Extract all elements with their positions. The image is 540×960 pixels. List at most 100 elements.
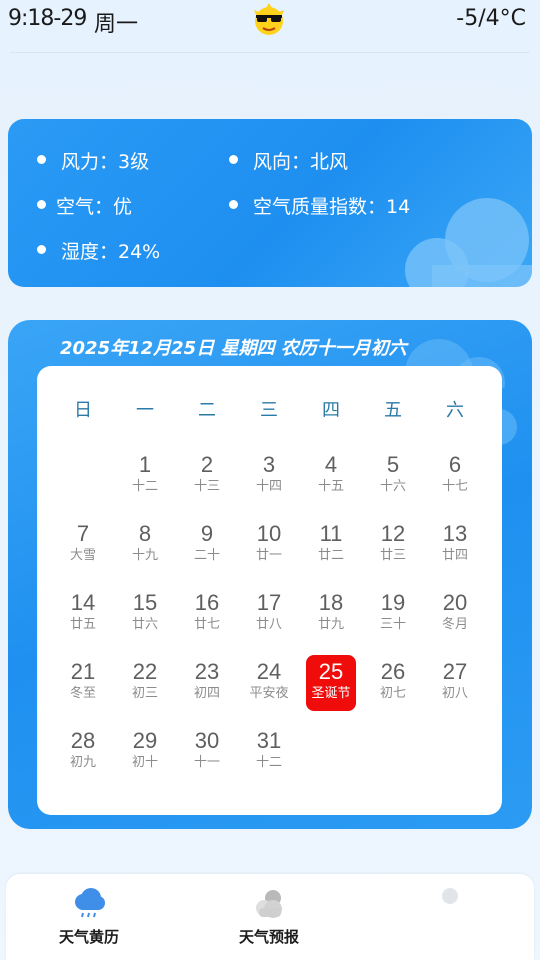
tab-label: 天气预报 bbox=[238, 928, 299, 946]
tab-label: 天气黄历 bbox=[58, 928, 119, 946]
lunar-date: 初四 bbox=[193, 686, 220, 701]
day-number: 20 bbox=[442, 590, 468, 615]
lunar-date: 二十 bbox=[193, 548, 220, 563]
day-number: 4 bbox=[324, 452, 338, 477]
day-number: 24 bbox=[256, 659, 282, 684]
lunar-date: 十五 bbox=[317, 479, 344, 494]
day-cell[interactable]: 8 十九 bbox=[120, 521, 170, 583]
day-cell[interactable]: 15 廿六 bbox=[120, 590, 170, 652]
day-cell[interactable]: 12 廿三 bbox=[368, 521, 418, 583]
day-number: 2 bbox=[200, 452, 214, 477]
lunar-date: 廿二 bbox=[317, 548, 344, 563]
day-number: 10 bbox=[256, 521, 282, 546]
calendar-date-title: 2025年12月25日 星期四 农历十一月初六 bbox=[60, 338, 407, 359]
day-cell[interactable]: 2 十三 bbox=[182, 452, 232, 514]
day-cell[interactable]: 23 初四 bbox=[182, 659, 232, 721]
air-quality: 空气：优 bbox=[37, 192, 132, 219]
day-cell[interactable]: 17 廿八 bbox=[244, 590, 294, 652]
lunar-date: 廿三 bbox=[379, 548, 406, 563]
lunar-date: 十二 bbox=[255, 755, 282, 770]
wind-direction: 风向：北风 bbox=[229, 147, 349, 174]
day-cell[interactable]: 11 廿二 bbox=[306, 521, 356, 583]
day-cell[interactable]: 9 二十 bbox=[182, 521, 232, 583]
lunar-date: 初七 bbox=[379, 686, 406, 701]
bullet-dot bbox=[37, 200, 46, 209]
humidity: 湿度：24% bbox=[37, 237, 160, 264]
day-cell[interactable]: 14 廿五 bbox=[58, 590, 108, 652]
lunar-date: 初十 bbox=[131, 755, 158, 770]
day-cell[interactable]: 18 廿九 bbox=[306, 590, 356, 652]
lunar-date: 大雪 bbox=[69, 548, 96, 563]
day-number: 14 bbox=[70, 590, 96, 615]
day-cell[interactable]: 24 平安夜 bbox=[244, 659, 294, 721]
lunar-date: 廿四 bbox=[441, 548, 468, 563]
day-cell[interactable]: 16 廿七 bbox=[182, 590, 232, 652]
lunar-date: 廿一 bbox=[255, 548, 282, 563]
selected-day-cell[interactable]: 25 圣诞节 bbox=[306, 655, 356, 711]
day-cell[interactable]: 3 十四 bbox=[244, 452, 294, 514]
tab-weather-forecast[interactable]: 天气预报 bbox=[209, 886, 329, 947]
day-number: 19 bbox=[380, 590, 406, 615]
lunar-date: 十七 bbox=[441, 479, 468, 494]
day-number: 26 bbox=[380, 659, 406, 684]
day-cell[interactable]: 4 十五 bbox=[306, 452, 356, 514]
cloud-decoration-icon bbox=[405, 198, 532, 287]
bullet-dot bbox=[229, 200, 238, 209]
lunar-date: 平安夜 bbox=[249, 686, 289, 701]
lunar-date: 廿七 bbox=[193, 617, 220, 632]
day-number: 9 bbox=[200, 521, 214, 546]
day-cell[interactable]: 27 初八 bbox=[430, 659, 480, 721]
calendar-grid: 日 一 二 三 四 五 六 1 十二 2 十三 3 十四 4 十五 5 十六 6 十七 7 大雪 8 十九 9 二… bbox=[37, 366, 502, 815]
day-number: 6 bbox=[448, 452, 462, 477]
lunar-date: 十四 bbox=[255, 479, 282, 494]
weekday-label: 二 bbox=[198, 400, 216, 421]
day-cell[interactable]: 31 十二 bbox=[244, 728, 294, 790]
lunar-date: 十九 bbox=[131, 548, 158, 563]
day-number: 28 bbox=[70, 728, 96, 753]
day-cell[interactable]: 29 初十 bbox=[120, 728, 170, 790]
day-cell[interactable]: 6 十七 bbox=[430, 452, 480, 514]
day-cell[interactable]: 21 冬至 bbox=[58, 659, 108, 721]
calendar-card: 2025年12月25日 星期四 农历十一月初六 日 一 二 三 四 五 六 1 十… bbox=[8, 320, 532, 829]
day-number: 3 bbox=[262, 452, 276, 477]
wind-direction-text: 风向：北风 bbox=[253, 151, 349, 173]
sun-sunglasses-icon bbox=[254, 3, 284, 35]
status-bar: 9:18-29 周一 -5/4°C bbox=[0, 0, 540, 40]
status-temperature: -5/4°C bbox=[456, 6, 526, 31]
day-cell[interactable]: 10 廿一 bbox=[244, 521, 294, 583]
day-number: 22 bbox=[132, 659, 158, 684]
day-cell[interactable]: 13 廿四 bbox=[430, 521, 480, 583]
bottom-nav: 天气黄历 天气预报 bbox=[6, 874, 534, 960]
weekday-label: 四 bbox=[322, 400, 340, 421]
partly-cloudy-icon bbox=[256, 890, 282, 918]
day-cell[interactable]: 1 十二 bbox=[120, 452, 170, 514]
day-cell[interactable]: 19 三十 bbox=[368, 590, 418, 652]
day-cell[interactable]: 30 十一 bbox=[182, 728, 232, 790]
lunar-date: 十二 bbox=[131, 479, 158, 494]
wind-force-text: 风力：3级 bbox=[61, 151, 150, 173]
lunar-date: 冬至 bbox=[69, 686, 96, 701]
day-cell[interactable]: 22 初三 bbox=[120, 659, 170, 721]
status-time: 9:18-29 bbox=[8, 6, 87, 31]
day-cell[interactable]: 26 初七 bbox=[368, 659, 418, 721]
day-number: 30 bbox=[194, 728, 220, 753]
day-number: 12 bbox=[380, 521, 406, 546]
day-number: 11 bbox=[319, 521, 343, 546]
day-cell[interactable]: 28 初九 bbox=[58, 728, 108, 790]
day-number: 18 bbox=[318, 590, 344, 615]
day-cell[interactable]: 7 大雪 bbox=[58, 521, 108, 583]
weekday-label: 三 bbox=[260, 400, 278, 421]
tab-weather-almanac[interactable]: 天气黄历 bbox=[29, 886, 149, 947]
weekday-label: 一 bbox=[136, 400, 154, 421]
day-number: 29 bbox=[132, 728, 158, 753]
day-cell[interactable]: 20 冬月 bbox=[430, 590, 480, 652]
day-number: 25 bbox=[318, 659, 344, 684]
lunar-date: 廿九 bbox=[317, 617, 344, 632]
lunar-date: 初九 bbox=[69, 755, 96, 770]
day-cell[interactable]: 5 十六 bbox=[368, 452, 418, 514]
lunar-date: 初八 bbox=[441, 686, 468, 701]
day-number: 27 bbox=[442, 659, 468, 684]
lunar-date: 十三 bbox=[193, 479, 220, 494]
lunar-date: 廿五 bbox=[69, 617, 96, 632]
lunar-date: 十一 bbox=[193, 755, 220, 770]
